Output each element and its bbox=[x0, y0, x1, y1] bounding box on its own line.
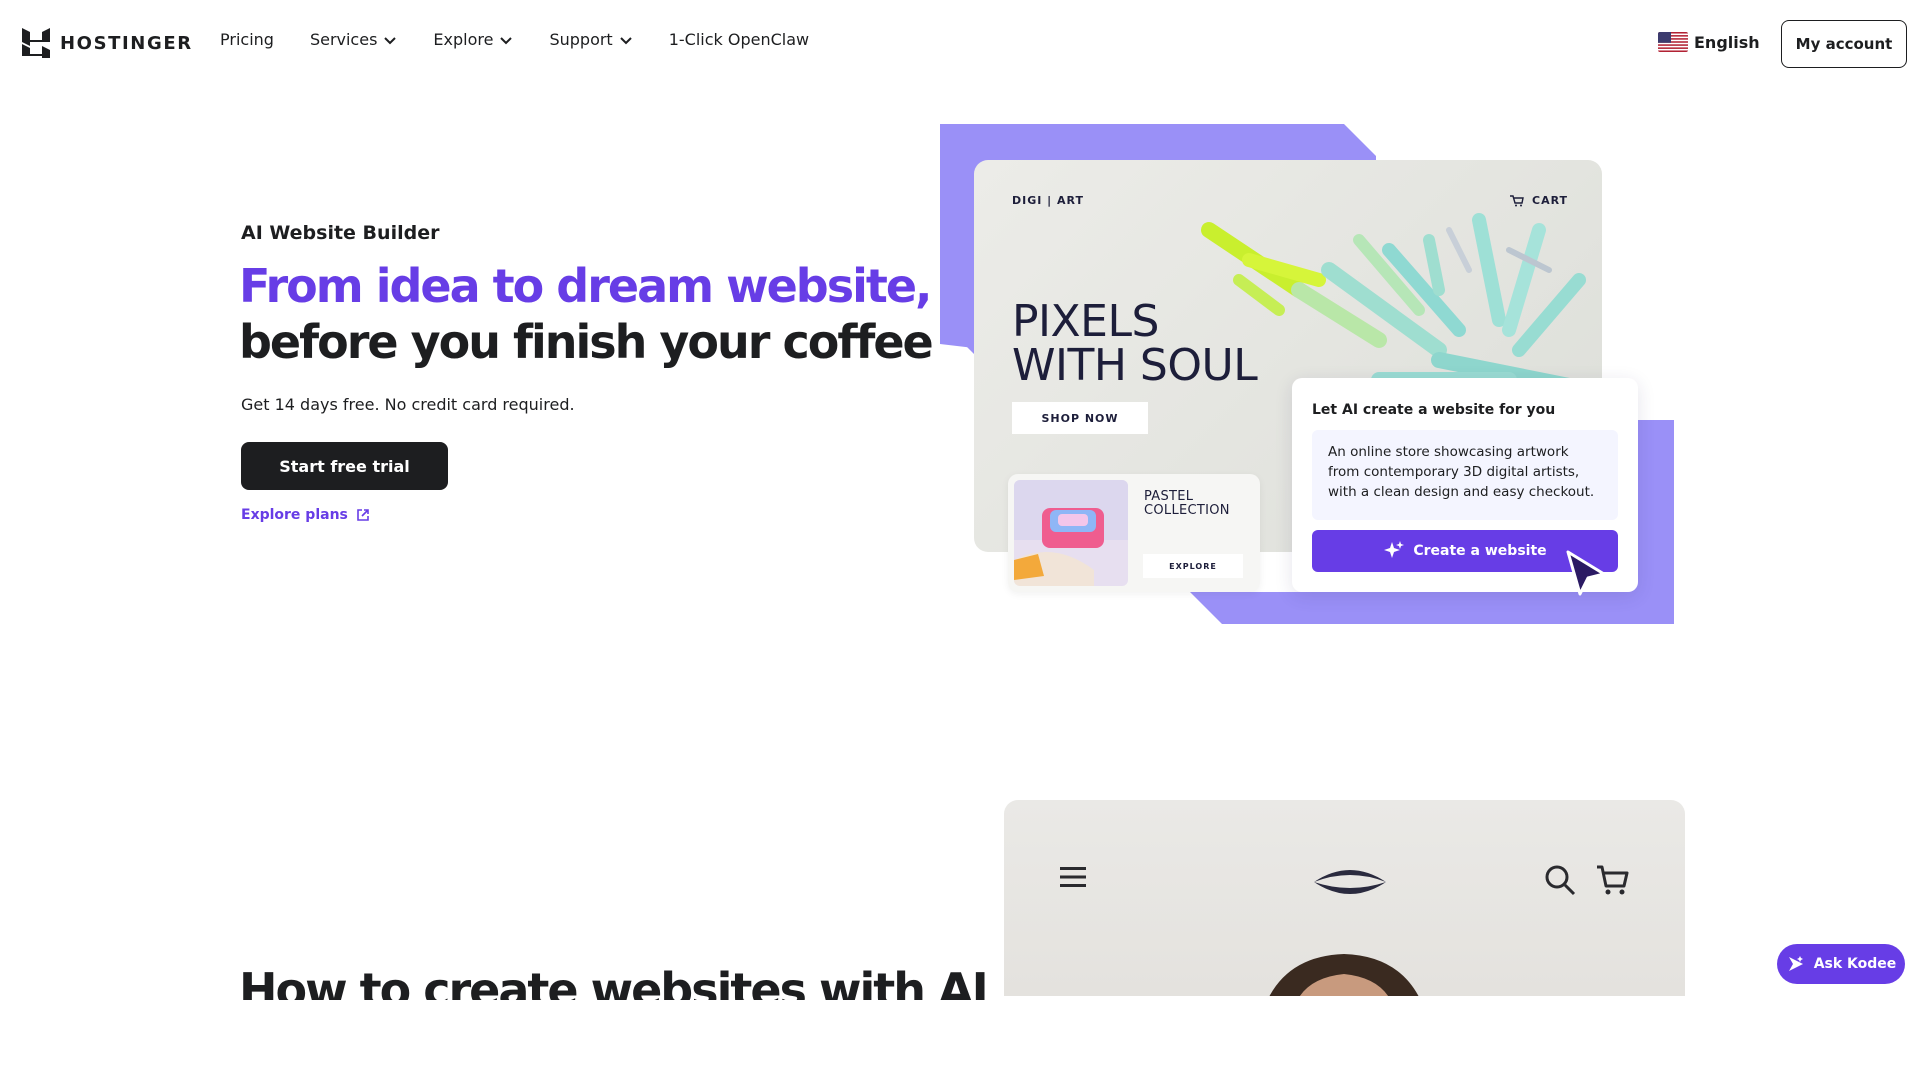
nav-label: 1-Click OpenClaw bbox=[668, 30, 810, 49]
logo-wordmark: HOSTINGER bbox=[60, 32, 193, 54]
mouse-pointer-icon bbox=[1566, 550, 1606, 596]
store-cart: CART bbox=[1510, 194, 1568, 207]
hero-subtext: Get 14 days free. No credit card require… bbox=[241, 395, 575, 414]
store-headline-line1: PIXELS bbox=[1012, 296, 1159, 347]
sparkle-icon bbox=[1384, 541, 1405, 558]
kodee-sparkle-icon bbox=[1788, 956, 1803, 971]
ask-kodee-label: Ask Kodee bbox=[1813, 956, 1897, 972]
nav-label: Pricing bbox=[220, 30, 274, 49]
nav-item-services[interactable]: Services bbox=[310, 30, 397, 49]
external-link-icon bbox=[357, 509, 369, 521]
site-header: HOSTINGER Pricing Services Explore Suppo… bbox=[0, 0, 1920, 88]
language-label: English bbox=[1694, 32, 1760, 52]
chevron-down-icon bbox=[619, 36, 632, 44]
pastel-title: PASTEL COLLECTION bbox=[1144, 490, 1230, 518]
nav-item-pricing[interactable]: Pricing bbox=[220, 30, 274, 49]
pastel-art-image bbox=[1014, 480, 1128, 586]
person-photo bbox=[1269, 954, 1419, 996]
pastel-collection-card: PASTEL COLLECTION EXPLORE bbox=[1008, 474, 1260, 592]
start-free-trial-button[interactable]: Start free trial bbox=[241, 442, 448, 490]
language-selector[interactable]: English bbox=[1658, 32, 1760, 52]
chevron-down-icon bbox=[500, 36, 513, 44]
hero-headline-dark: before you finish your coffee bbox=[239, 315, 934, 369]
hero-headline: From idea to dream website, before you f… bbox=[239, 258, 934, 370]
store-headline: PIXELS WITH SOUL bbox=[1012, 296, 1258, 391]
nav-label: Explore bbox=[433, 30, 494, 49]
store-headline-line2: WITH SOUL bbox=[1012, 340, 1258, 391]
cart-icon bbox=[1597, 865, 1629, 895]
store-brand: DIGI | ART bbox=[1012, 194, 1085, 207]
hero-illustration: DIGI | ART CART PIXELS WITH SOUL SHOP NO… bbox=[940, 124, 1674, 624]
nav-item-openclaw[interactable]: 1-Click OpenClaw bbox=[669, 30, 809, 49]
ai-prompt-text: An online store showcasing artwork from … bbox=[1312, 430, 1618, 520]
ai-card-title: Let AI create a website for you bbox=[1312, 402, 1556, 418]
nav-item-support[interactable]: Support bbox=[549, 30, 632, 49]
pastel-title-line1: PASTEL bbox=[1144, 489, 1194, 504]
hero-headline-accent: From idea to dream website, bbox=[239, 259, 933, 313]
hostinger-logo-icon bbox=[22, 28, 50, 58]
eye-logo-icon bbox=[1314, 870, 1386, 894]
create-website-label: Create a website bbox=[1413, 543, 1547, 559]
pastel-title-line2: COLLECTION bbox=[1144, 503, 1230, 518]
how-to-section-title: How to create websites with AI bbox=[239, 963, 987, 1000]
main-nav: Pricing Services Explore Support 1-Click… bbox=[220, 30, 845, 49]
shop-now-button: SHOP NOW bbox=[1012, 402, 1148, 434]
us-flag-icon bbox=[1658, 32, 1688, 52]
site-preview-image bbox=[1004, 800, 1685, 996]
cart-icon bbox=[1510, 194, 1524, 206]
pastel-explore-button: EXPLORE bbox=[1143, 554, 1243, 578]
search-icon bbox=[1545, 865, 1576, 896]
nav-label: Services bbox=[309, 30, 378, 49]
nav-item-explore[interactable]: Explore bbox=[433, 30, 513, 49]
hamburger-menu-icon bbox=[1060, 867, 1086, 887]
my-account-button[interactable]: My account bbox=[1781, 20, 1907, 68]
store-cart-label: CART bbox=[1532, 194, 1569, 207]
explore-plans-label: Explore plans bbox=[241, 507, 348, 523]
chevron-down-icon bbox=[384, 36, 397, 44]
hostinger-logo[interactable]: HOSTINGER bbox=[22, 28, 193, 58]
explore-plans-link[interactable]: Explore plans bbox=[241, 507, 370, 523]
ask-kodee-button[interactable]: Ask Kodee bbox=[1777, 944, 1905, 984]
nav-label: Support bbox=[549, 30, 613, 49]
hero-eyebrow: AI Website Builder bbox=[241, 222, 440, 244]
